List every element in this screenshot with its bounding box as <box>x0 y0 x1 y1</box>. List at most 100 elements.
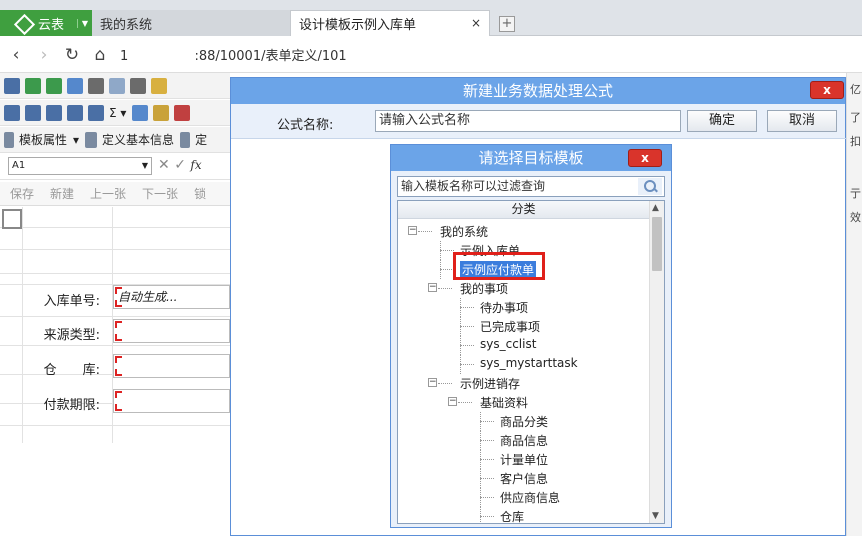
back-icon[interactable]: ‹ <box>4 43 28 67</box>
previous-record-button[interactable]: 上一张 <box>90 185 126 202</box>
collapse-toggle-icon[interactable]: − <box>408 226 417 235</box>
define-icon <box>180 131 191 148</box>
paste-icon[interactable] <box>130 77 146 94</box>
collapse-toggle-icon[interactable]: − <box>428 283 437 292</box>
tree-node[interactable]: 待办事项 <box>480 299 528 316</box>
tree-connector <box>438 288 452 289</box>
columns-icon[interactable] <box>67 104 83 121</box>
tree-node[interactable]: 已完成事项 <box>480 318 540 335</box>
tree-connector <box>440 269 454 270</box>
cell-reference-select[interactable]: A1 ▼ <box>8 157 152 175</box>
tree-node[interactable]: 商品分类 <box>500 413 548 430</box>
function-icon[interactable]: fx <box>190 158 201 172</box>
app-brand-button[interactable]: 云表 ▼ <box>0 10 92 36</box>
template-search-input[interactable]: 输入模板名称可以过滤查询 <box>397 176 665 197</box>
grid-line <box>0 249 230 250</box>
tree-node[interactable]: 供应商信息 <box>500 489 560 506</box>
tree-connector <box>480 440 494 441</box>
collapse-toggle-icon[interactable]: − <box>448 397 457 406</box>
tree-connector <box>460 364 474 365</box>
tree-node[interactable]: 我的系统 <box>440 223 488 240</box>
receipt-number-field[interactable]: 自动生成... <box>113 285 230 309</box>
next-record-button[interactable]: 下一张 <box>142 185 178 202</box>
refresh-icon[interactable]: ↻ <box>60 43 84 67</box>
tree-node[interactable]: 基础资料 <box>480 394 528 411</box>
search-icon[interactable] <box>638 178 662 195</box>
insert-col-icon[interactable] <box>46 104 62 121</box>
scroll-thumb[interactable] <box>652 217 662 271</box>
field-label: 来源类型: <box>43 328 100 343</box>
dialog-title-bar[interactable]: 新建业务数据处理公式 x <box>231 78 845 104</box>
cut-icon[interactable] <box>88 77 104 94</box>
url-text[interactable]: 1 :88/10001/表单定义/101 <box>120 45 347 64</box>
tree-node[interactable]: 客户信息 <box>500 470 548 487</box>
warehouse-field[interactable] <box>113 354 230 378</box>
ok-button[interactable]: 确定 <box>687 110 757 132</box>
tree-node[interactable]: 示例进销存 <box>460 375 520 392</box>
chart-icon[interactable] <box>132 104 149 121</box>
picture-icon[interactable] <box>153 104 170 121</box>
tab-design-template[interactable]: 设计模板示例入库单 × <box>290 10 490 36</box>
merge-icon[interactable] <box>88 104 104 121</box>
format-brush-icon[interactable] <box>151 77 167 94</box>
forward-icon[interactable]: › <box>32 43 56 67</box>
export-icon[interactable] <box>25 77 41 94</box>
cancel-edit-icon[interactable]: ✕ <box>158 157 170 173</box>
scroll-down-icon[interactable]: ▼ <box>652 511 659 521</box>
confirm-edit-icon[interactable]: ✓ <box>174 157 186 173</box>
search-placeholder: 输入模板名称可以过滤查询 <box>401 179 546 193</box>
tree-node[interactable]: 计量单位 <box>500 451 548 468</box>
template-props-button[interactable]: 模板属性 <box>19 131 67 148</box>
toolbar-3: 模板属性 ▾ 定义基本信息 定 <box>0 127 230 153</box>
sum-icon[interactable]: Σ ▾ <box>109 106 126 120</box>
define-basic-info-button[interactable]: 定义基本信息 <box>102 131 174 148</box>
close-picker-button[interactable]: x <box>628 149 662 167</box>
payment-term-field[interactable] <box>113 389 230 413</box>
chevron-down-icon[interactable]: ▼ <box>76 18 88 28</box>
lock-record-button[interactable]: 锁 <box>194 185 206 202</box>
tree-node[interactable]: sys_cclist <box>480 337 536 351</box>
tree-connector <box>440 250 454 251</box>
selected-cell[interactable] <box>2 209 22 229</box>
address-bar: ‹ › ↻ ⌂ 1 :88/10001/表单定义/101 <box>0 37 862 73</box>
cell-reference-value: A1 <box>12 160 26 171</box>
template-tree[interactable]: 分类 ▲ ▼ − 我的系统 示例入库单 示例应付款单 − 我的事项 待办事项 已完成事项 sys… <box>397 200 665 524</box>
delete-icon[interactable] <box>174 104 191 121</box>
close-dialog-button[interactable]: x <box>810 81 844 99</box>
toolbar-2: Σ ▾ <box>0 100 230 126</box>
chevron-down-icon[interactable]: ▾ <box>73 133 79 147</box>
tree-connector <box>438 383 452 384</box>
copy-icon[interactable] <box>109 77 125 94</box>
close-tab-icon[interactable]: × <box>471 16 481 30</box>
cancel-button[interactable]: 取消 <box>767 110 837 132</box>
field-label: 入库单号: <box>43 294 100 309</box>
tree-node[interactable]: sys_mystarttask <box>480 356 578 370</box>
vertical-scrollbar[interactable]: ▲ ▼ <box>649 201 664 523</box>
picker-title-bar[interactable]: 请选择目标模板 x <box>391 145 671 171</box>
table-icon[interactable] <box>4 104 20 121</box>
define-info-icon <box>85 131 98 148</box>
insert-row-icon[interactable] <box>25 104 41 121</box>
source-type-field[interactable] <box>113 319 230 343</box>
home-icon[interactable]: ⌂ <box>88 43 112 67</box>
new-record-button[interactable]: 新建 <box>50 185 74 202</box>
grid-line <box>0 227 230 228</box>
import-icon[interactable] <box>46 77 62 94</box>
save-icon[interactable] <box>4 77 20 94</box>
tree-node[interactable]: 仓库 <box>500 508 524 523</box>
right-side-strip: 亿 了 扣 亍 效 <box>846 73 862 536</box>
record-action-bar: 保存 新建 上一张 下一张 锁 <box>0 182 230 206</box>
grid-line <box>0 273 230 274</box>
new-tab-button[interactable]: + <box>499 16 515 32</box>
formula-name-input[interactable]: 请输入公式名称 <box>375 110 681 132</box>
scroll-up-icon[interactable]: ▲ <box>652 203 659 213</box>
save-record-button[interactable]: 保存 <box>10 185 34 202</box>
chevron-down-icon[interactable]: ▼ <box>142 158 148 174</box>
collapse-toggle-icon[interactable]: − <box>428 378 437 387</box>
tree-node[interactable]: 我的事项 <box>460 280 508 297</box>
define-button[interactable]: 定 <box>195 131 207 148</box>
column-header: 分类 <box>398 201 649 219</box>
exit-icon[interactable] <box>67 77 83 94</box>
tree-node[interactable]: 商品信息 <box>500 432 548 449</box>
tab-my-system[interactable]: 我的系统 <box>92 10 290 36</box>
